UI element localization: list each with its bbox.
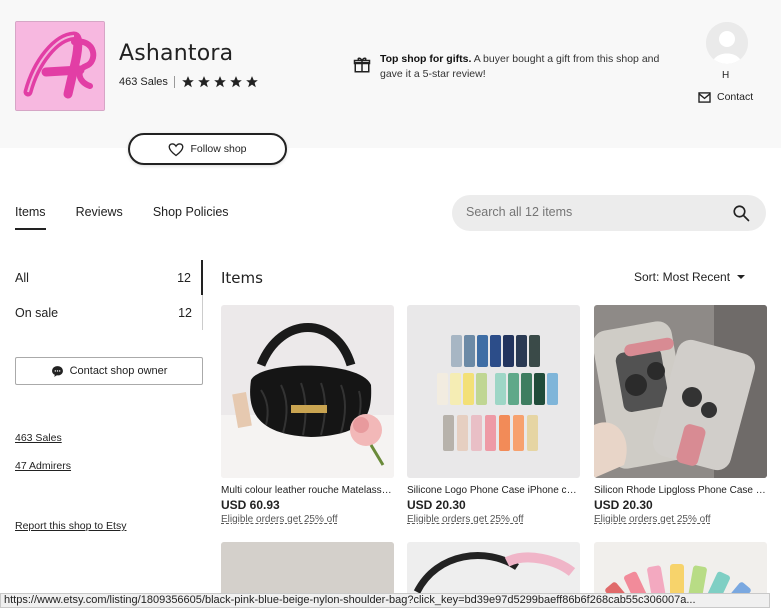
listing-title[interactable]: Silicon Rhode Lipgloss Phone Case iPhone	[594, 485, 767, 496]
star-icon	[214, 76, 226, 88]
sidebar: All 12 On sale 12	[15, 260, 203, 330]
star-icon	[230, 76, 242, 88]
listing-card[interactable]: Silicon Rhode Lipgloss Phone Case iPhone…	[594, 305, 767, 525]
sidebar-item-on-sale[interactable]: On sale 12	[15, 295, 203, 330]
listing-promo[interactable]: Eligible orders get 25% off	[594, 514, 767, 525]
chat-icon	[51, 365, 63, 377]
report-shop-link[interactable]: Report this shop to Etsy	[15, 520, 126, 532]
listing-card[interactable]: Multi colour leather rouche Matelasse sh…	[221, 305, 394, 525]
star-icon	[246, 76, 258, 88]
listing-image[interactable]	[221, 305, 394, 478]
listing-image[interactable]	[407, 305, 580, 478]
listing-title[interactable]: Silicone Logo Phone Case iPhone cases	[407, 485, 580, 496]
search-icon[interactable]	[732, 204, 750, 222]
gift-icon	[353, 57, 371, 73]
mail-icon	[698, 91, 711, 103]
items-heading: Items	[221, 269, 263, 287]
browser-status-bar: https://www.etsy.com/listing/1809356605/…	[0, 593, 770, 608]
follow-shop-label: Follow shop	[190, 143, 247, 155]
tab-shop-policies[interactable]: Shop Policies	[153, 205, 229, 230]
listing-card[interactable]: Silicone Logo Phone Case iPhone cases US…	[407, 305, 580, 525]
sales-link[interactable]: 463 Sales	[15, 432, 62, 444]
shop-search	[452, 195, 766, 231]
category-label: All	[15, 270, 29, 285]
follow-shop-button[interactable]: Follow shop	[128, 133, 287, 165]
divider	[173, 76, 175, 88]
heart-icon	[169, 142, 184, 156]
phone-cases-photo	[407, 305, 580, 478]
shop-logo-art	[16, 22, 104, 110]
sort-label: Sort: Most Recent	[634, 270, 731, 284]
shop-name: Ashantora	[119, 41, 234, 66]
admirers-link[interactable]: 47 Admirers	[15, 460, 71, 472]
tab-reviews[interactable]: Reviews	[76, 205, 123, 230]
listing-title[interactable]: Multi colour leather rouche Matelasse sh…	[221, 485, 394, 496]
avatar-placeholder-icon	[706, 22, 748, 64]
contact-link[interactable]: Contact	[698, 91, 753, 103]
tab-items[interactable]: Items	[15, 205, 46, 230]
shop-logo[interactable]	[15, 21, 105, 111]
listing-image[interactable]	[594, 305, 767, 478]
star-icon	[182, 76, 194, 88]
star-icon	[198, 76, 210, 88]
contact-shop-owner-label: Contact shop owner	[69, 365, 168, 377]
sort-dropdown[interactable]: Sort: Most Recent	[634, 270, 746, 284]
listing-promo[interactable]: Eligible orders get 25% off	[407, 514, 580, 525]
owner-name: H	[722, 70, 730, 81]
top-shop-heading: Top shop for gifts.	[380, 53, 472, 65]
rating-stars[interactable]	[181, 75, 259, 89]
search-input[interactable]	[466, 205, 706, 219]
bag-photo	[221, 305, 394, 478]
category-count: 12	[178, 305, 192, 320]
caret-down-icon	[737, 275, 746, 279]
lipgloss-case-photo	[594, 305, 767, 478]
listing-price: USD 20.30	[407, 498, 466, 512]
shop-stats: 463 Sales	[119, 75, 259, 89]
sidebar-item-all[interactable]: All 12	[15, 260, 203, 295]
contact-shop-owner-button[interactable]: Contact shop owner	[15, 357, 203, 385]
contact-label: Contact	[717, 91, 754, 103]
shop-sales-count: 463 Sales	[119, 76, 168, 88]
top-shop-banner: Top shop for gifts. A buyer bought a gif…	[380, 52, 660, 82]
listing-price: USD 60.93	[221, 498, 280, 512]
owner-avatar[interactable]	[706, 22, 748, 64]
category-count: 12	[177, 270, 191, 285]
listing-promo[interactable]: Eligible orders get 25% off	[221, 514, 394, 525]
listing-price: USD 20.30	[594, 498, 653, 512]
category-label: On sale	[15, 305, 59, 320]
shop-tabs: Items Reviews Shop Policies	[15, 205, 259, 230]
